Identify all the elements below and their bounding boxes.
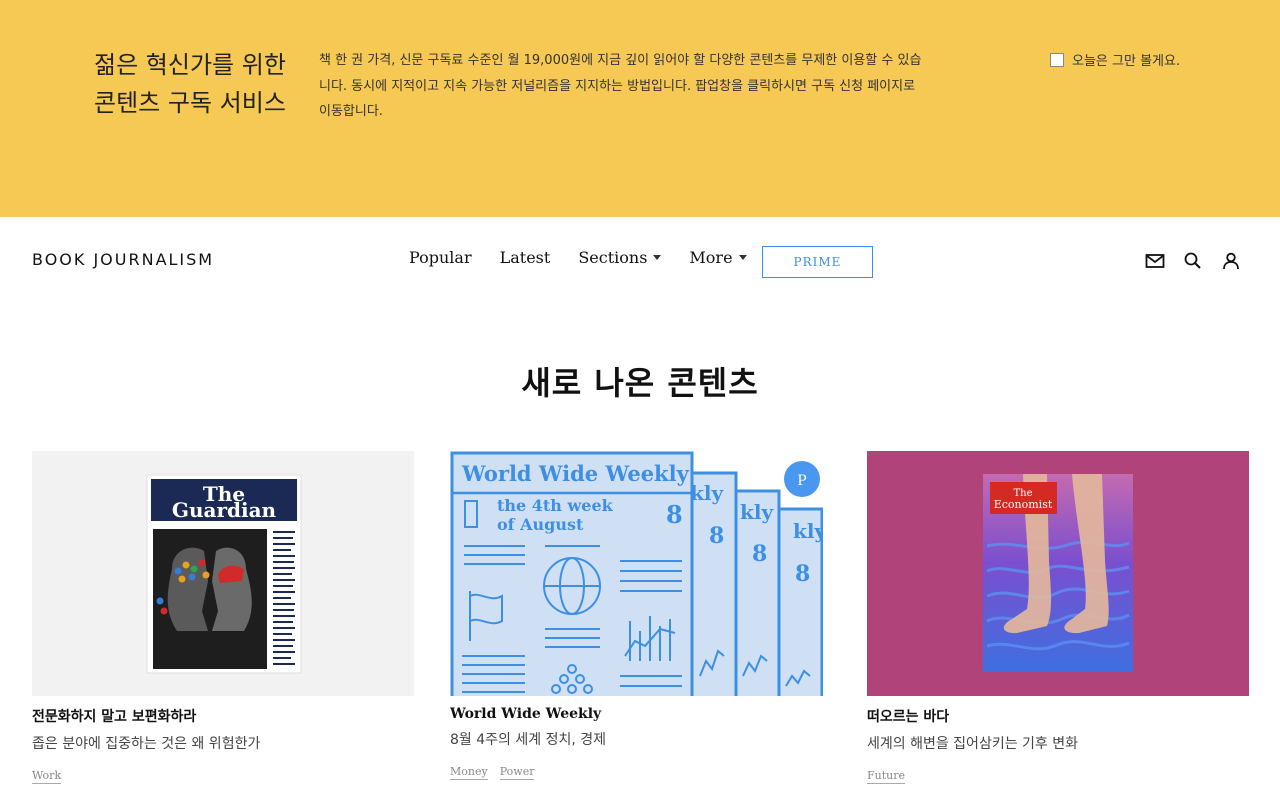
tag-power[interactable]: Power [499,765,535,780]
cover-number: 8 [666,500,683,529]
card-tags: Work [32,769,414,784]
cover-masthead-line2: Economist [994,498,1053,511]
card-tags: Future [867,769,1249,784]
mail-icon[interactable] [1145,251,1165,271]
card-title[interactable]: World Wide Weekly [450,706,823,722]
tag-work[interactable]: Work [32,769,62,784]
stack-number-2: 8 [752,541,767,567]
cover-week-line2: of August [497,515,584,534]
stack-number-1: 8 [709,523,724,549]
promo-banner[interactable]: 젊은 혁신가를 위한 콘텐츠 구독 서비스 책 한 권 가격, 신문 구독료 수… [0,0,1280,217]
dismiss-label: 오늘은 그만 볼게요. [1072,54,1181,69]
card-subtitle: 세계의 해변을 집어삼키는 기후 변화 [867,736,1078,752]
stack-label-3: kly [793,519,823,543]
card-subtitle: 좁은 분야에 집중하는 것은 왜 위험한가 [32,736,261,752]
content-card[interactable]: The Guardian 전문화하지 말고 보편화하라 좁은 분야에 집중하는 … [32,451,414,784]
card-tags: Money Power [450,765,823,780]
content-card[interactable]: kly 8 kly 8 kly 8 World Wide Weekly the … [450,451,823,780]
header-icons [1145,251,1241,271]
prime-button[interactable]: PRIME [762,246,873,278]
nav-sections-label: Sections [578,248,648,267]
stack-label-2: kly [740,500,774,524]
tag-future[interactable]: Future [867,769,905,784]
main-nav: Popular Latest Sections More [409,248,747,267]
nav-latest-label: Latest [499,248,551,267]
promo-text: 책 한 권 가격, 신문 구독료 수준인 월 19,000원에 지금 깊이 읽어… [319,53,922,119]
section-title: 새로 나온 콘텐츠 [521,364,759,402]
card-title[interactable]: 떠오르는 바다 [867,706,1249,726]
economist-cover-image: The Economist [983,474,1133,672]
user-icon[interactable] [1221,251,1241,271]
caret-down-icon [653,255,662,260]
guardian-cover-image: The Guardian [146,474,302,674]
search-icon[interactable] [1183,251,1203,271]
card-thumbnail[interactable]: The Guardian [32,451,414,696]
nav-more-label: More [689,248,733,267]
promo-title: 젊은 혁신가를 위한 콘텐츠 구독 서비스 [94,51,286,117]
site-header: BOOK JOURNALISM Popular Latest Sections … [0,217,1280,305]
checkbox-icon[interactable] [1050,52,1064,67]
cover-masthead-line2: Guardian [172,498,277,522]
nav-popular[interactable]: Popular [409,248,472,267]
nav-more[interactable]: More [689,248,747,267]
caret-down-icon [738,255,747,260]
world-wide-weekly-cover-image: kly 8 kly 8 kly 8 World Wide Weekly the … [450,451,823,696]
nav-popular-label: Popular [409,248,472,267]
card-thumbnail[interactable]: kly 8 kly 8 kly 8 World Wide Weekly the … [450,451,823,696]
stack-label-1: kly [690,481,724,505]
card-title[interactable]: 전문화하지 말고 보편화하라 [32,706,414,726]
content-card[interactable]: The Economist 떠오르는 바다 세계의 해변을 집어삼키는 기후 변… [867,451,1249,784]
cover-title: World Wide Weekly [461,461,690,486]
card-thumbnail[interactable]: The Economist [867,451,1249,696]
dismiss-today-checkbox[interactable]: 오늘은 그만 볼게요. [1050,50,1180,69]
site-logo[interactable]: BOOK JOURNALISM [32,250,214,269]
tag-money[interactable]: Money [450,765,488,780]
card-subtitle: 8월 4주의 세계 정치, 경제 [450,732,606,748]
stack-number-3: 8 [795,561,810,587]
nav-sections[interactable]: Sections [578,248,662,267]
cover-week-line1: the 4th week [497,496,614,515]
prime-badge-label: P [797,473,806,489]
nav-latest[interactable]: Latest [500,248,551,267]
